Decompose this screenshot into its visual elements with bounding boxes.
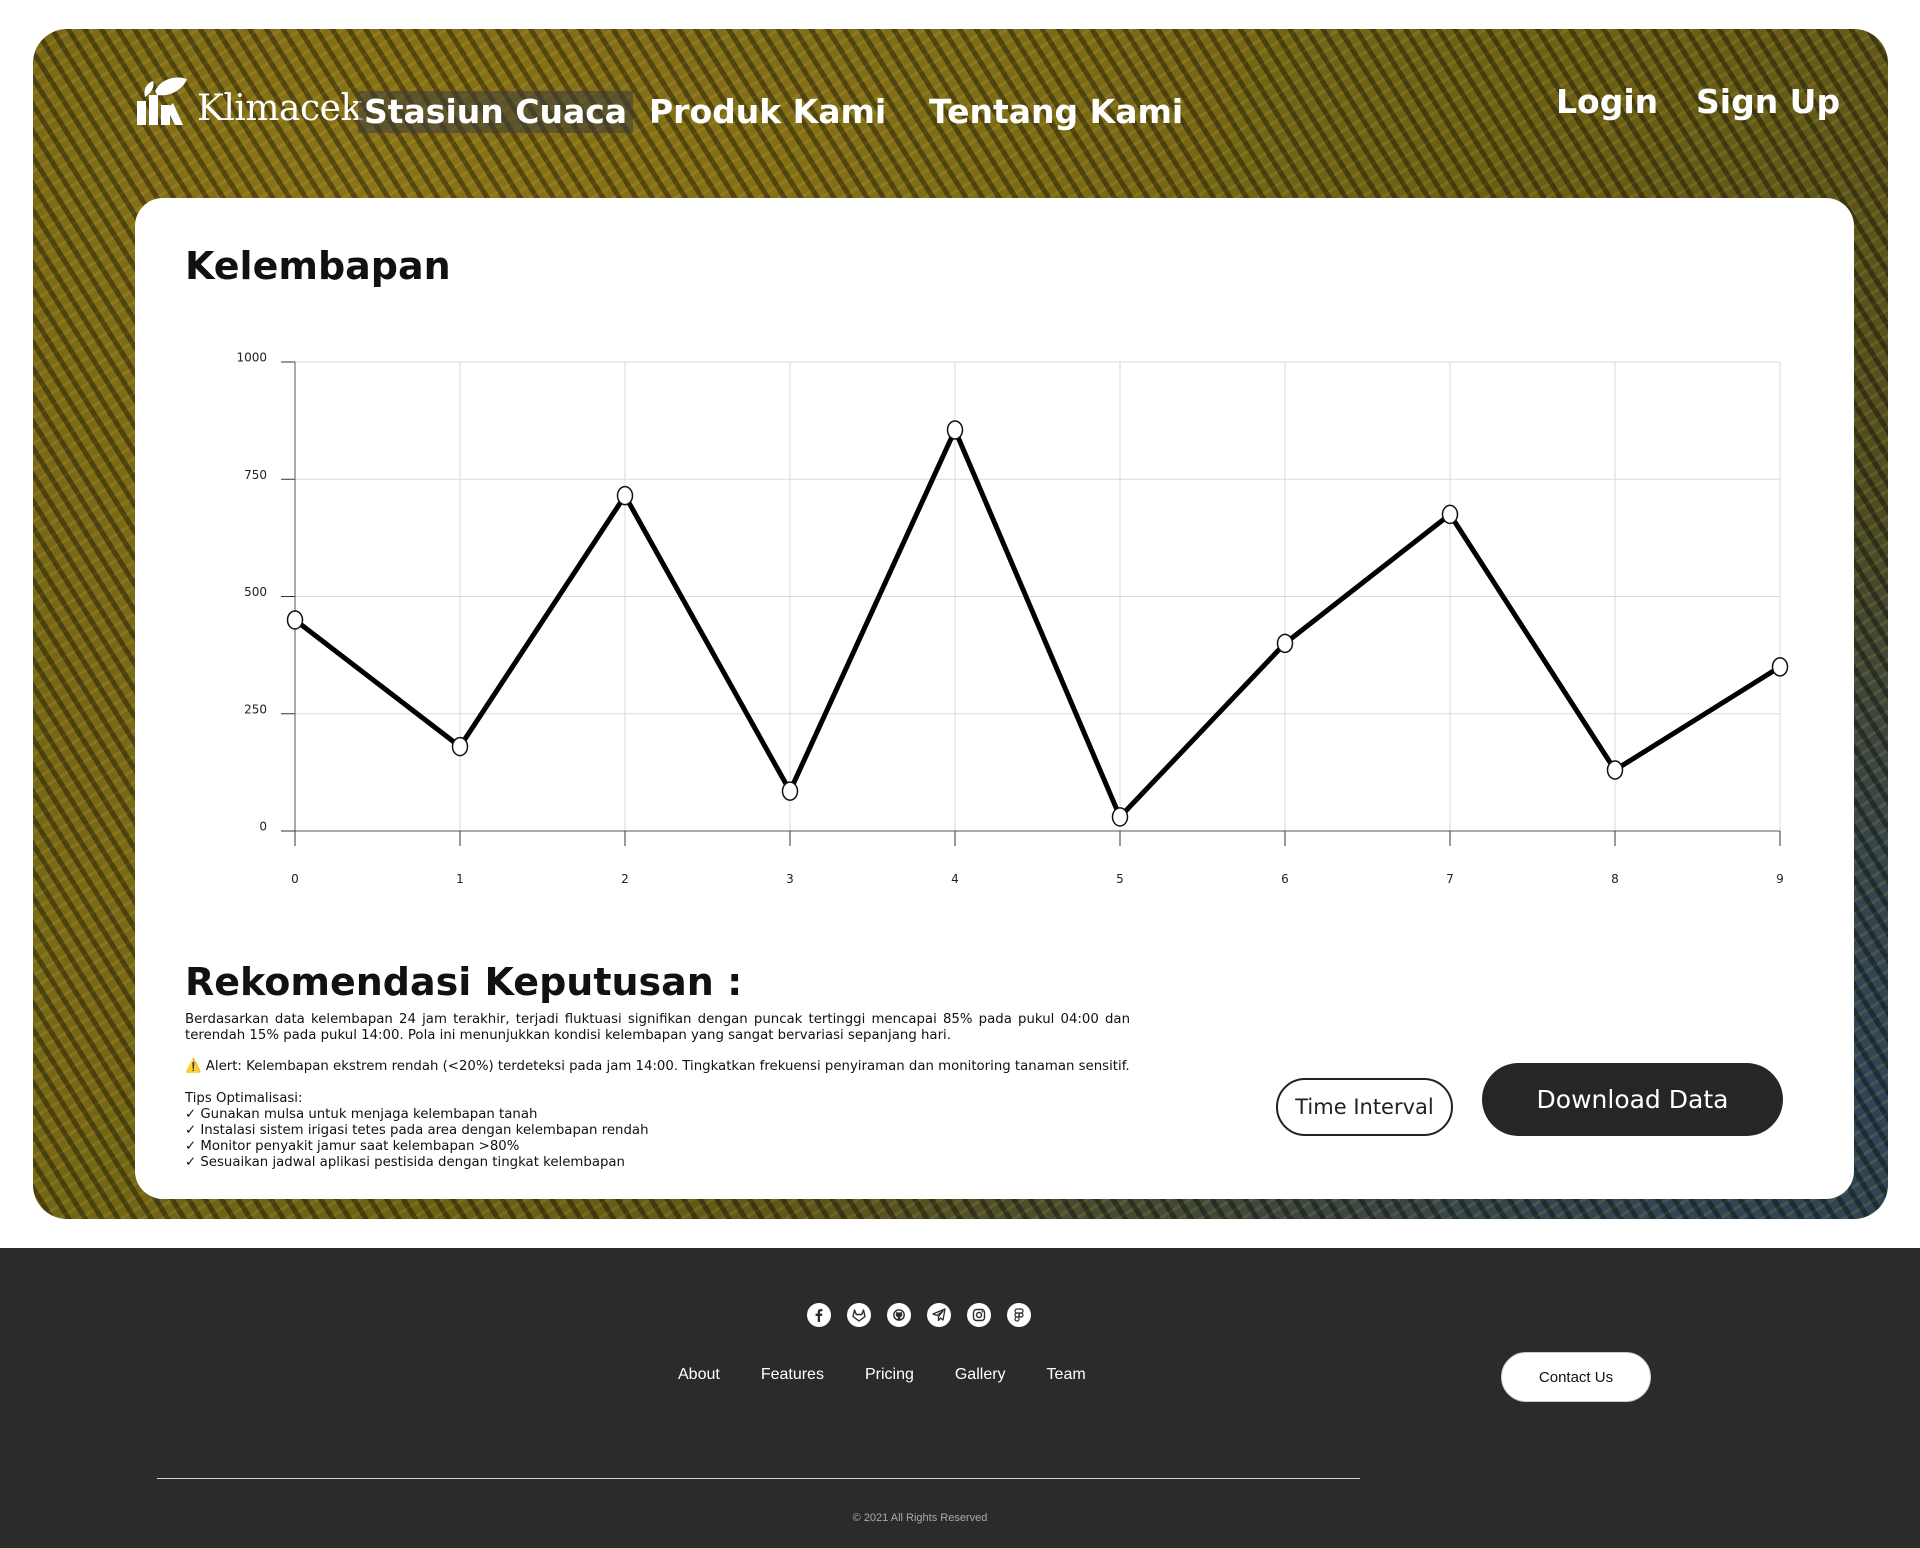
y-tick-label: 750 [244, 468, 267, 482]
recommendation-alert: ⚠️ Alert: Kelembapan ekstrem rendah (<20… [185, 1059, 1130, 1074]
telegram-icon[interactable] [927, 1303, 951, 1327]
footer: About Features Pricing Gallery Team Cont… [0, 1248, 1920, 1548]
facebook-icon[interactable] [807, 1303, 831, 1327]
x-tick-label: 7 [1446, 872, 1454, 886]
tip-item: ✓ Sesuaikan jadwal aplikasi pestisida de… [185, 1155, 625, 1170]
x-tick-label: 2 [621, 872, 629, 886]
data-point [1276, 633, 1294, 654]
x-tick-label: 8 [1611, 872, 1619, 886]
data-point [286, 610, 304, 630]
humidity-card: Kelembapan 1000 750 500 250 0 0 1 2 3 4 5 6 7 8 9 Reko… [135, 198, 1854, 1199]
recommendation-title: Rekomendasi Keputusan : [185, 960, 743, 1004]
tip-item: ✓ Gunakan mulsa untuk menjaga kelembapan… [185, 1107, 538, 1122]
data-point [1771, 657, 1789, 677]
tips-title: Tips Optimalisasi: [185, 1091, 303, 1106]
nav-tentang-kami[interactable]: Tentang Kami [923, 91, 1189, 133]
data-point [451, 736, 469, 757]
series-line [293, 423, 1782, 822]
footer-link-features[interactable]: Features [761, 1365, 824, 1385]
nav-produk-kami[interactable]: Produk Kami [643, 91, 892, 133]
x-tick-label: 5 [1116, 872, 1124, 886]
data-point [1606, 760, 1624, 780]
tip-item: ✓ Monitor penyakit jamur saat kelembapan… [185, 1139, 520, 1154]
x-tick-label: 3 [786, 872, 794, 886]
nav-stasiun-cuaca[interactable]: Stasiun Cuaca [358, 91, 634, 133]
footer-divider [157, 1478, 1360, 1479]
data-point [616, 485, 634, 506]
social-links [807, 1303, 1031, 1327]
figma-icon[interactable] [1007, 1303, 1031, 1327]
humidity-line-chart: 1000 750 500 250 0 0 1 2 3 4 5 6 7 8 9 [236, 351, 1789, 886]
login-link[interactable]: Login [1556, 81, 1658, 123]
x-tick-label: 0 [291, 872, 299, 886]
hero-banner: Klimacek Stasiun Cuaca Produk Kami Tenta… [33, 29, 1888, 1219]
recommendation-body: Berdasarkan data kelembapan 24 jam terak… [185, 1012, 1130, 1171]
y-tick-label: 1000 [236, 351, 267, 365]
signup-link[interactable]: Sign Up [1696, 81, 1840, 123]
x-tick-label: 6 [1281, 872, 1289, 886]
x-tick-label: 4 [951, 872, 959, 886]
brand-logo[interactable]: Klimacek [135, 77, 362, 127]
footer-link-team[interactable]: Team [1047, 1365, 1086, 1385]
brand-name: Klimacek [197, 88, 362, 129]
time-interval-button[interactable]: Time Interval [1276, 1078, 1453, 1136]
data-point [946, 420, 964, 440]
github-icon[interactable] [887, 1303, 911, 1327]
footer-link-gallery[interactable]: Gallery [955, 1365, 1006, 1385]
data-point [1111, 807, 1129, 827]
footer-nav: About Features Pricing Gallery Team [678, 1365, 1086, 1385]
tip-item: ✓ Instalasi sistem irigasi tetes pada ar… [185, 1123, 649, 1138]
y-tick-label: 250 [244, 702, 267, 716]
gitlab-icon[interactable] [847, 1303, 871, 1327]
x-tick-label: 9 [1776, 872, 1784, 886]
download-data-button[interactable]: Download Data [1482, 1063, 1783, 1136]
y-tick-label: 500 [244, 585, 267, 599]
y-tick-label: 0 [259, 820, 267, 834]
recommendation-summary: Berdasarkan data kelembapan 24 jam terak… [185, 1012, 1130, 1043]
contact-us-button[interactable]: Contact Us [1501, 1352, 1651, 1402]
instagram-icon[interactable] [967, 1303, 991, 1327]
footer-link-pricing[interactable]: Pricing [865, 1365, 914, 1385]
data-point [781, 781, 799, 801]
data-point [1441, 504, 1459, 525]
copyright-text: © 2021 All Rights Reserved [852, 1512, 988, 1524]
footer-link-about[interactable]: About [678, 1365, 720, 1385]
leaf-bars-logo-icon [137, 77, 187, 125]
x-tick-label: 1 [456, 872, 464, 886]
